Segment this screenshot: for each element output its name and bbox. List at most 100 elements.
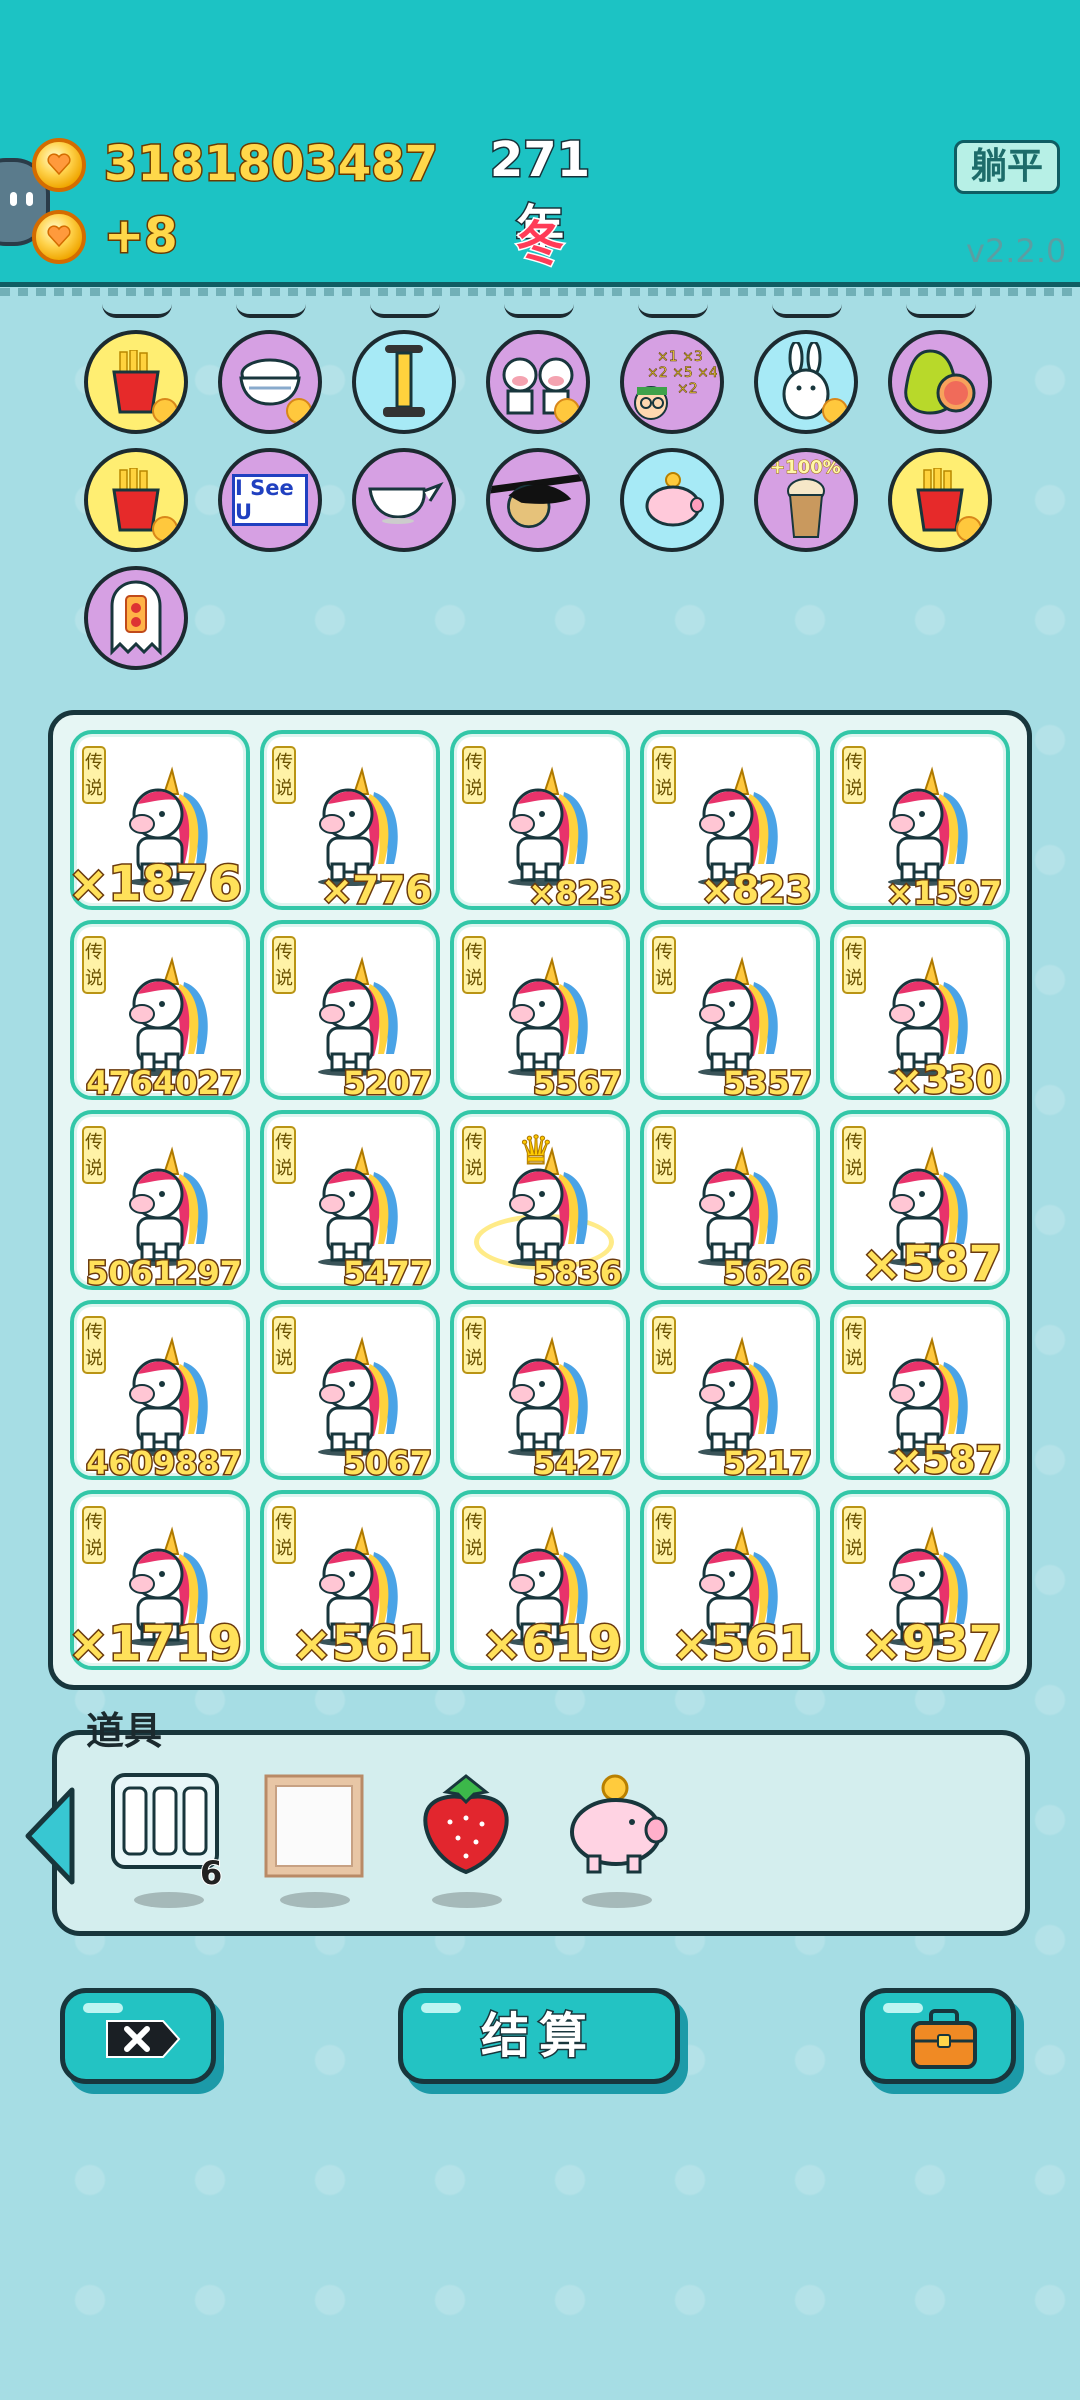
rarity-tag: 传说 (82, 1506, 106, 1564)
settle-button[interactable]: 结算 (398, 1988, 680, 2084)
item-wooden-frame[interactable] (262, 1772, 366, 1908)
svg-text:×1 ×3: ×1 ×3 (657, 349, 703, 365)
unicorn-icon (492, 764, 602, 892)
unicorn-count: 5836 (531, 1253, 623, 1294)
unicorn-cell[interactable]: 传说 5477 (260, 1110, 440, 1294)
rarity-tag: 传说 (82, 936, 106, 994)
unicorn-cell[interactable]: 传说 5626 (640, 1110, 820, 1294)
unicorn-icon (682, 1334, 792, 1462)
unicorn-icon (682, 954, 792, 1082)
unicorn-cell[interactable]: 传说 ×587 (830, 1300, 1010, 1484)
unicorn-cell[interactable]: 传说 5207 (260, 920, 440, 1104)
buff-slot[interactable] (84, 448, 188, 552)
unicorn-cell[interactable]: 传说 4609887 (70, 1300, 250, 1484)
unicorn-count: 5357 (721, 1063, 813, 1104)
buff-slot[interactable] (754, 330, 858, 434)
unicorn-count: ×823 (527, 873, 624, 914)
svg-text:×2: ×2 (677, 381, 698, 397)
unicorn-icon (872, 764, 982, 892)
rarity-tag: 传说 (272, 1506, 296, 1564)
rarity-tag: 传说 (272, 746, 296, 804)
unicorn-cell[interactable]: 传说 ×561 (260, 1490, 440, 1674)
heart-coin-icon (822, 398, 848, 424)
unicorn-cell[interactable]: 传说 ×1597 (830, 730, 1010, 914)
buff-slot[interactable] (486, 448, 590, 552)
item-piggy-bank[interactable] (560, 1772, 670, 1908)
unicorn-count: ×587 (889, 1437, 1003, 1484)
unicorn-cell[interactable]: 传说 ×1719 (67, 1490, 250, 1674)
unicorn-cell[interactable]: 传说 4764027 (70, 920, 250, 1104)
unicorn-count: 5067 (341, 1443, 433, 1484)
buff-slot[interactable] (84, 566, 188, 670)
unicorn-count: ×937 (860, 1615, 1003, 1674)
unicorn-cell[interactable]: 传说 5067 (260, 1300, 440, 1484)
heart-coin-icon (554, 398, 580, 424)
unicorn-cell[interactable]: 传说 ×330 (830, 920, 1010, 1104)
unicorn-count: 5207 (341, 1063, 433, 1104)
buff-slot[interactable] (84, 330, 188, 434)
unicorn-icon (682, 1144, 792, 1272)
unicorn-count: 4609887 (85, 1443, 244, 1484)
buff-slot[interactable] (352, 448, 456, 552)
unicorn-cell[interactable]: 传说 ×776 (260, 730, 440, 914)
buff-slot[interactable] (352, 330, 456, 434)
unicorn-icon (492, 954, 602, 1082)
unicorn-cell[interactable]: 传说 ×823 (450, 730, 630, 914)
unicorn-cell[interactable]: 传说 ×561 (640, 1490, 820, 1674)
buff-slot[interactable] (888, 330, 992, 434)
item-strawberry[interactable] (416, 1772, 516, 1908)
unicorn-cell[interactable]: 传说 ×587 (830, 1110, 1010, 1294)
unicorn-cell[interactable]: 传说 5427 (450, 1300, 630, 1484)
items-label: 道具 (86, 1709, 163, 1753)
scrolled-buff-edge (370, 304, 440, 318)
unicorn-count: 5477 (341, 1253, 433, 1294)
scrolled-buff-edge (236, 304, 306, 318)
buff-slot[interactable] (486, 330, 590, 434)
briefcase-button[interactable] (860, 1988, 1016, 2084)
buff-slot[interactable]: ×1 ×3 ×2 ×5 ×4 ×2 (620, 330, 724, 434)
unicorn-cell[interactable]: ♛ 传说 5836 (450, 1110, 630, 1294)
rarity-tag: 传说 (652, 1506, 676, 1564)
piggy-bank-icon (570, 1774, 668, 1874)
buff-slot[interactable]: +100% (754, 448, 858, 552)
eyepatch-icon (490, 452, 586, 548)
unicorn-cell[interactable]: 传说 5357 (640, 920, 820, 1104)
unicorn-icon (112, 1144, 222, 1272)
unicorn-count: ×561 (290, 1615, 433, 1674)
rarity-tag: 传说 (462, 746, 486, 804)
heart-coin-icon (286, 398, 312, 424)
buff-label: +100% (770, 457, 842, 479)
rarity-tag: 传说 (842, 936, 866, 994)
unicorn-count: 5567 (531, 1063, 623, 1104)
unicorn-cell[interactable]: 传说 ×619 (450, 1490, 630, 1674)
scrolled-buff-edge (102, 304, 172, 318)
buff-slot[interactable] (218, 330, 322, 434)
unicorn-cell[interactable]: 传说 5217 (640, 1300, 820, 1484)
unicorn-cell[interactable]: 传说 5567 (450, 920, 630, 1104)
income-per-turn: +8 (103, 207, 180, 266)
buff-slot[interactable]: I See U (218, 448, 322, 552)
buff-slot[interactable] (620, 448, 724, 552)
piggy-bank-icon (624, 452, 720, 548)
heart-coin-icon (956, 516, 982, 542)
items-prev-arrow[interactable] (20, 1786, 80, 1890)
unicorn-cell[interactable]: 传说 ×823 (640, 730, 820, 914)
unicorn-count: 5427 (531, 1443, 623, 1484)
rarity-tag: 传说 (272, 1126, 296, 1184)
scrolled-buff-edge (504, 304, 574, 318)
buff-label: I See U (232, 474, 308, 526)
unicorn-cell[interactable]: 传说 5061297 (70, 1110, 250, 1294)
income-coin-icon (32, 210, 86, 264)
rarity-tag: 传说 (462, 1126, 486, 1184)
unicorn-count: ×619 (480, 1615, 623, 1674)
lie-flat-button[interactable]: 躺平 (954, 140, 1060, 194)
unicorn-count: ×561 (670, 1615, 813, 1674)
coin-icon (32, 138, 86, 192)
quit-button[interactable] (60, 1988, 216, 2084)
buff-slot[interactable] (888, 448, 992, 552)
unicorn-count: 5626 (721, 1253, 813, 1294)
unicorn-icon (492, 1334, 602, 1462)
unicorn-cell[interactable]: 传说 ×937 (830, 1490, 1010, 1674)
unicorn-cell[interactable]: 传说 ×1876 (67, 730, 250, 914)
rarity-tag: 传说 (462, 1506, 486, 1564)
